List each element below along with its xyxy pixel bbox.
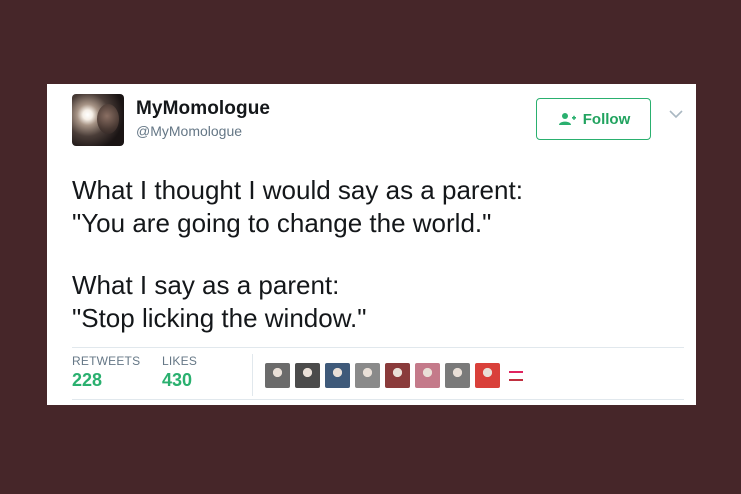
retweets-label: RETWEETS [72,354,141,368]
follow-label: Follow [582,110,631,128]
tweet-line: "You are going to change the world." [72,208,492,238]
avatar-icon[interactable] [445,363,470,388]
likes-stat[interactable]: LIKES 430 [162,354,197,391]
user-handle[interactable]: @MyMomologue [136,123,242,139]
display-name[interactable]: MyMomologue [136,98,270,120]
likes-label: LIKES [162,354,198,368]
retweets-stat[interactable]: RETWEETS 228 [72,354,140,391]
avatar-icon[interactable] [415,363,440,388]
avatar-icon[interactable] [355,363,380,388]
likes-count: 430 [162,370,193,390]
avatar-icon[interactable] [475,363,500,388]
stats-divider [252,354,253,396]
avatar-face [97,104,119,134]
liked-by-avatars [265,363,523,388]
avatar-icon[interactable] [295,363,320,388]
retweets-count: 228 [72,370,103,390]
follow-button[interactable]: Follow [536,98,651,140]
chevron-down-icon[interactable] [669,110,683,119]
profile-avatar[interactable] [72,94,124,146]
tweet-line: "Stop licking the window." [72,303,367,333]
tweet-card: MyMomologue @MyMomologue Follow What I t… [47,84,696,405]
add-user-icon [558,113,576,125]
avatar-icon[interactable] [265,363,290,388]
avatar-icon[interactable] [325,363,350,388]
divider [72,347,684,348]
tweet-text: What I thought I would say as a parent: … [72,174,672,335]
tweet-line: What I thought I would say as a parent: [72,175,523,205]
more-likers-icon[interactable] [509,370,523,381]
divider [72,399,684,400]
avatar-icon[interactable] [385,363,410,388]
tweet-line: What I say as a parent: [72,270,340,300]
